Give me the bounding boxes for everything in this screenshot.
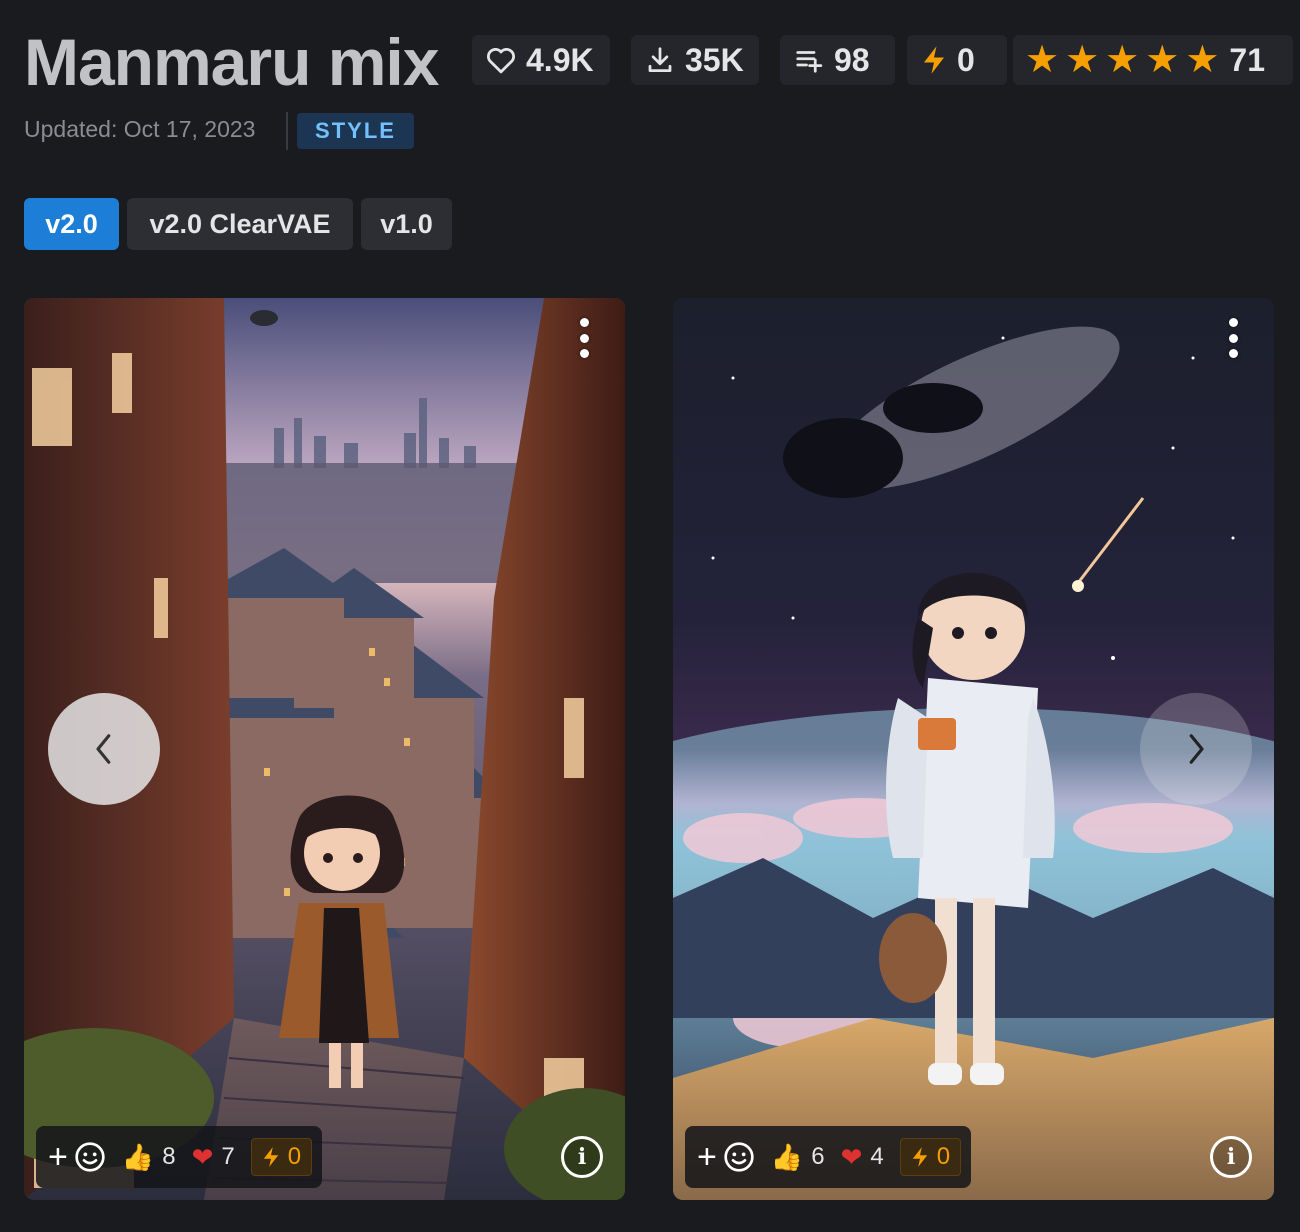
bolt-icon — [924, 46, 944, 74]
model-title: Manmaru mix — [24, 25, 439, 99]
collections-count: 98 — [834, 41, 870, 78]
buzz-tip-button[interactable]: 0 — [250, 1138, 313, 1176]
updated-date: Updated: Oct 17, 2023 — [24, 116, 256, 142]
download-icon — [648, 47, 672, 72]
heart-icon: ❤ — [840, 1142, 863, 1172]
heart-reaction[interactable]: ❤ 4 — [841, 1143, 884, 1171]
thumbs-up-icon: 👍 — [121, 1142, 155, 1172]
version-tab-v1-0[interactable]: v1.0 — [361, 198, 452, 250]
smiley-icon[interactable] — [723, 1141, 755, 1173]
star-icon: ★ — [1065, 39, 1100, 81]
star-icon: ★ — [1105, 39, 1140, 81]
version-tab-v2-0[interactable]: v2.0 — [24, 198, 119, 250]
carousel-prev-button[interactable] — [48, 693, 160, 805]
buzz-tip-button[interactable]: 0 — [899, 1138, 962, 1176]
heart-icon — [487, 48, 515, 74]
downloads-stat[interactable]: 35K — [631, 35, 759, 85]
image-menu-button[interactable] — [573, 316, 595, 360]
collections-stat[interactable]: 98 — [780, 35, 895, 85]
buzz-stat[interactable]: 0 — [907, 35, 1007, 85]
reactions-bar: + 👍 6 ❤ 4 0 — [685, 1126, 972, 1188]
type-badge[interactable]: STYLE — [297, 113, 414, 149]
likes-stat[interactable]: 4.9K — [472, 35, 610, 85]
thumbs-up-reaction[interactable]: 👍 6 — [771, 1143, 825, 1171]
star-icon: ★ — [1185, 39, 1220, 81]
buzz-count: 0 — [957, 41, 975, 78]
heart-count: 4 — [870, 1143, 884, 1170]
chevron-left-icon — [96, 734, 111, 764]
bolt-icon — [263, 1147, 278, 1167]
star-icon: ★ — [1145, 39, 1180, 81]
rating-count: 71 — [1229, 41, 1265, 78]
add-reaction-button[interactable]: + — [697, 1140, 717, 1174]
downloads-count: 35K — [685, 41, 744, 78]
version-tab-v2-0-clearvae[interactable]: v2.0 ClearVAE — [127, 198, 353, 250]
likes-count: 4.9K — [526, 41, 594, 78]
smiley-icon[interactable] — [74, 1141, 106, 1173]
buzz-count: 0 — [287, 1143, 302, 1170]
thumbs-up-icon: 👍 — [770, 1142, 804, 1172]
heart-icon: ❤ — [191, 1142, 214, 1172]
heart-count: 7 — [221, 1143, 235, 1170]
divider — [286, 112, 288, 150]
thumbs-up-count: 8 — [162, 1143, 176, 1170]
carousel-next-button[interactable] — [1140, 693, 1252, 805]
playlist-add-icon — [796, 51, 823, 73]
thumbs-up-count: 6 — [811, 1143, 825, 1170]
image-menu-button[interactable] — [1222, 316, 1244, 360]
thumbs-up-reaction[interactable]: 👍 8 — [122, 1143, 176, 1171]
reactions-bar: + 👍 8 ❤ 7 0 — [36, 1126, 323, 1188]
chevron-right-icon — [1189, 734, 1204, 764]
info-icon[interactable]: i — [561, 1136, 603, 1178]
add-reaction-button[interactable]: + — [48, 1140, 68, 1174]
heart-reaction[interactable]: ❤ 7 — [192, 1143, 235, 1171]
rating-stat[interactable]: ★ ★ ★ ★ ★ 71 — [1013, 35, 1293, 85]
buzz-count: 0 — [936, 1143, 951, 1170]
bolt-icon — [912, 1147, 927, 1167]
star-icon: ★ — [1025, 39, 1060, 81]
info-icon[interactable]: i — [1210, 1136, 1252, 1178]
